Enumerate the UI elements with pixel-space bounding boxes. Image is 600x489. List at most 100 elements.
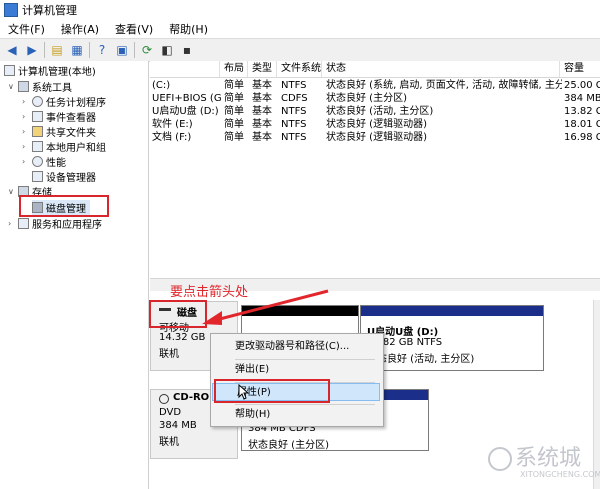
tree-item-shared-folders[interactable]: › 共享文件夹: [22, 124, 96, 139]
tree-item-label: 性能: [46, 158, 66, 169]
watermark-text: 系统城: [515, 446, 582, 471]
tree-item-local-users-groups[interactable]: › 本地用户和组: [22, 139, 106, 154]
performance-icon: [32, 156, 43, 167]
cell-layout: 简单: [224, 93, 244, 104]
title-bar: 计算机管理: [0, 0, 600, 21]
column-header-filesystem[interactable]: 文件系统: [277, 61, 322, 77]
disk-label-highlight-box: [149, 300, 207, 328]
chevron-right-icon[interactable]: ›: [22, 97, 32, 106]
watermark-url: XITONGCHENG.COM: [520, 470, 600, 479]
tree-item-event-viewer[interactable]: › 事件查看器: [22, 109, 96, 124]
cd-drive-icon: [159, 394, 169, 404]
cell-status: 状态良好 (系统, 启动, 页面文件, 活动, 故障转储, 主分区): [326, 80, 562, 91]
tree-item-label: 设备管理器: [46, 173, 96, 184]
help-icon[interactable]: ?: [94, 42, 110, 58]
chevron-down-icon[interactable]: ∨: [8, 82, 18, 91]
cell-capacity: 18.01 G: [564, 119, 600, 130]
cell-volume: U启动U盘 (D:): [152, 106, 219, 117]
disk-1-size: 14.32 GB: [159, 332, 206, 343]
toolbar: ◀ ▶ ▤ ▦ ? ▣ ⟳ ◧ ▪: [0, 38, 600, 62]
table-row[interactable]: 软件 (E:) 简单 基本 NTFS 状态良好 (逻辑驱动器) 18.01 G: [150, 118, 600, 131]
cell-filesystem: NTFS: [281, 106, 307, 117]
column-header-status[interactable]: 状态: [322, 61, 560, 77]
chevron-right-icon[interactable]: ›: [8, 219, 18, 228]
table-row[interactable]: U启动U盘 (D:) 简单 基本 NTFS 状态良好 (活动, 主分区) 13.…: [150, 105, 600, 118]
show-hide-tree-icon[interactable]: ▦: [69, 42, 85, 58]
cell-type: 基本: [252, 132, 272, 143]
properties-icon[interactable]: ▣: [114, 42, 130, 58]
table-row[interactable]: 文档 (F:) 简单 基本 NTFS 状态良好 (逻辑驱动器) 16.98 G: [150, 131, 600, 144]
tree-item-computer-management[interactable]: 计算机管理(本地): [4, 63, 96, 78]
watermark-x-icon: [488, 447, 512, 471]
computer-icon: [4, 65, 15, 76]
menu-item-change-drive-letter[interactable]: 更改驱动器号和路径(C)...: [211, 338, 381, 356]
tree-item-label: 本地用户和组: [46, 143, 106, 154]
column-header-type[interactable]: 类型: [248, 61, 277, 77]
column-header-capacity[interactable]: 容量: [560, 61, 600, 77]
volume-list-header: 布局 类型 文件系统 状态 容量: [150, 61, 600, 78]
cdrom-status: 联机: [159, 437, 179, 448]
tree-item-label: 系统工具: [32, 83, 72, 94]
cell-capacity: 13.82 G: [564, 106, 600, 117]
cell-filesystem: CDFS: [281, 93, 308, 104]
up-folder-icon[interactable]: ▤: [49, 42, 65, 58]
chevron-down-icon[interactable]: ∨: [8, 187, 18, 196]
tree-item-performance[interactable]: › 性能: [22, 154, 66, 169]
partition-bar: [361, 306, 543, 316]
clock-icon: [32, 96, 43, 107]
users-icon: [32, 141, 43, 152]
menu-help[interactable]: 帮助(H): [161, 21, 216, 37]
computer-management-icon: [4, 3, 18, 17]
menu-separator: [235, 404, 375, 405]
services-icon: [18, 218, 29, 229]
disk-1-status: 联机: [159, 349, 179, 360]
tree-item-device-manager[interactable]: 设备管理器: [32, 169, 96, 184]
toolbar-separator: [89, 42, 90, 58]
options-icon[interactable]: ▪: [179, 42, 195, 58]
chevron-right-icon[interactable]: ›: [22, 157, 32, 166]
window-title: 计算机管理: [22, 4, 77, 17]
cell-type: 基本: [252, 93, 272, 104]
cell-filesystem: NTFS: [281, 132, 307, 143]
shared-folder-icon: [32, 126, 43, 137]
disk-settings-icon[interactable]: ◧: [159, 42, 175, 58]
cell-volume: 软件 (E:): [152, 119, 193, 130]
chevron-right-icon[interactable]: ›: [22, 142, 32, 151]
cell-volume: UEFI+BIOS (G:): [152, 93, 222, 104]
watermark-logo: 系统城: [488, 440, 581, 472]
chevron-right-icon[interactable]: ›: [22, 127, 32, 136]
menu-item-help[interactable]: 帮助(H): [211, 406, 381, 424]
cell-capacity: 25.00 G: [564, 80, 600, 91]
chevron-right-icon[interactable]: ›: [22, 112, 32, 121]
tree-item-task-scheduler[interactable]: › 任务计划程序: [22, 94, 106, 109]
cell-type: 基本: [252, 119, 272, 130]
disk-management-highlight-box: [19, 195, 109, 217]
menu-view[interactable]: 查看(V): [107, 21, 161, 37]
refresh-icon[interactable]: ⟳: [139, 42, 155, 58]
cell-layout: 简单: [224, 119, 244, 130]
cell-status: 状态良好 (主分区): [326, 93, 407, 104]
vertical-scrollbar[interactable]: [593, 300, 600, 489]
back-arrow-icon[interactable]: ◀: [4, 42, 20, 58]
cell-status: 状态良好 (逻辑驱动器): [326, 119, 427, 130]
tree-item-system-tools[interactable]: ∨ 系统工具: [8, 79, 72, 94]
menu-action[interactable]: 操作(A): [53, 21, 107, 37]
column-header-layout[interactable]: 布局: [220, 61, 248, 77]
menu-bar: 文件(F) 操作(A) 查看(V) 帮助(H): [0, 20, 600, 38]
partition-u-disk-d[interactable]: U启动U盘 (D:) 13.82 GB NTFS 状态良好 (活动, 主分区): [360, 305, 544, 371]
table-row[interactable]: UEFI+BIOS (G:) 简单 基本 CDFS 状态良好 (主分区) 384…: [150, 92, 600, 105]
partition-status: 状态良好 (主分区): [248, 440, 329, 451]
menu-item-eject[interactable]: 弹出(E): [211, 361, 381, 379]
menu-separator: [235, 359, 375, 360]
menu-file[interactable]: 文件(F): [0, 21, 53, 37]
toolbar-separator: [44, 42, 45, 58]
table-row[interactable]: (C:) 简单 基本 NTFS 状态良好 (系统, 启动, 页面文件, 活动, …: [150, 79, 600, 92]
cell-type: 基本: [252, 106, 272, 117]
tree-item-services-apps[interactable]: › 服务和应用程序: [8, 216, 102, 231]
tree-item-label: 事件查看器: [46, 113, 96, 124]
tree-item-label: 共享文件夹: [46, 128, 96, 139]
forward-arrow-icon[interactable]: ▶: [24, 42, 40, 58]
cell-filesystem: NTFS: [281, 119, 307, 130]
column-header-volume[interactable]: [150, 61, 220, 77]
cell-layout: 简单: [224, 132, 244, 143]
